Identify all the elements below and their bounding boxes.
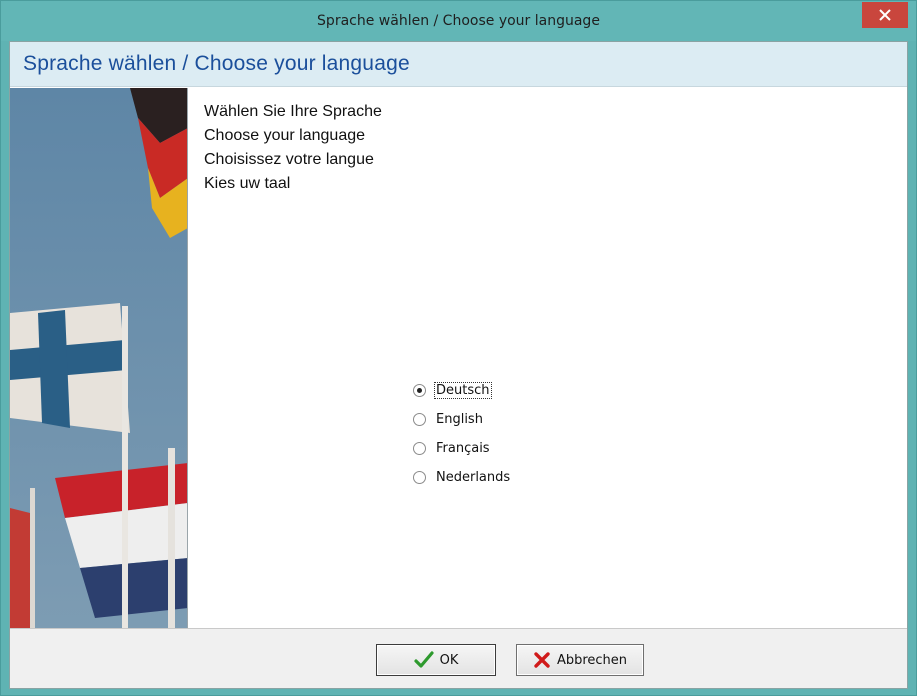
radio-button-english[interactable]: [413, 413, 426, 426]
check-icon: [414, 651, 434, 668]
radio-label-francais[interactable]: Français: [435, 441, 491, 456]
button-bar: OK Abbrechen: [10, 628, 907, 688]
radio-deutsch[interactable]: Deutsch: [413, 376, 511, 405]
header-band: Sprache wählen / Choose your language: [10, 42, 907, 87]
radio-label-nederlands[interactable]: Nederlands: [435, 470, 511, 485]
close-button[interactable]: [862, 2, 908, 28]
intro-line-de: Wählen Sie Ihre Sprache: [204, 103, 382, 120]
language-radio-group: Deutsch English Français Nederlands: [413, 376, 511, 492]
radio-english[interactable]: English: [413, 405, 511, 434]
intro-line-nl: Kies uw taal: [204, 175, 291, 192]
cancel-button[interactable]: Abbrechen: [516, 644, 644, 676]
radio-button-francais[interactable]: [413, 442, 426, 455]
radio-francais[interactable]: Français: [413, 434, 511, 463]
radio-button-nederlands[interactable]: [413, 471, 426, 484]
radio-nederlands[interactable]: Nederlands: [413, 463, 511, 492]
intro-line-en: Choose your language: [204, 127, 366, 144]
intro-line-fr: Choisissez votre langue: [204, 151, 374, 168]
flags-image: [10, 88, 188, 628]
radio-label-deutsch[interactable]: Deutsch: [434, 382, 492, 399]
title-bar[interactable]: Sprache wählen / Choose your language: [1, 1, 916, 41]
cancel-button-label: Abbrechen: [556, 652, 628, 668]
content-panel: Wählen Sie Ihre Sprache Choose your lang…: [189, 88, 907, 628]
dialog-client: Sprache wählen / Choose your language Wä…: [9, 41, 908, 689]
x-mark-icon: [534, 652, 550, 668]
dialog-window: Sprache wählen / Choose your language Sp…: [0, 0, 917, 696]
radio-label-english[interactable]: English: [435, 412, 484, 427]
radio-button-deutsch[interactable]: [413, 384, 426, 397]
ok-button-label: OK: [439, 652, 459, 668]
ok-button[interactable]: OK: [376, 644, 496, 676]
intro-text: Wählen Sie Ihre Sprache Choose your lang…: [204, 100, 382, 196]
page-title: Sprache wählen / Choose your language: [23, 52, 410, 75]
radio-selected-dot: [417, 388, 422, 393]
close-icon: [879, 9, 891, 21]
window-title: Sprache wählen / Choose your language: [317, 13, 600, 29]
